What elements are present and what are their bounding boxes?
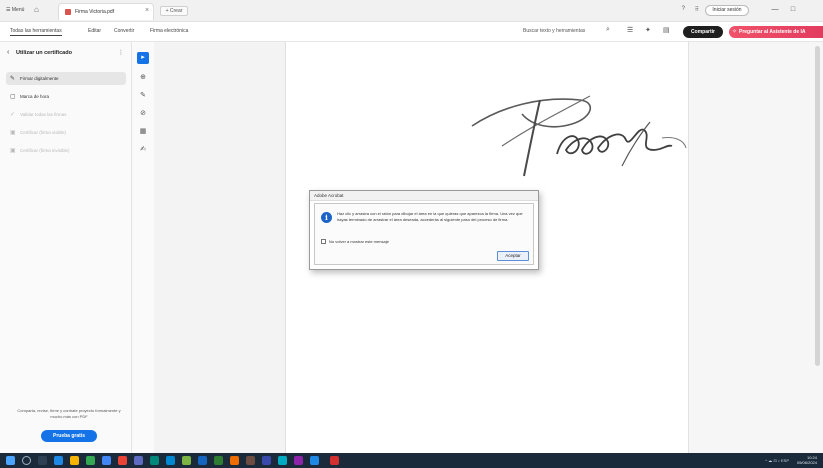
panel-item-label: Certificar (firma invisible)	[20, 148, 70, 153]
new-tab-button[interactable]: + Crear	[160, 6, 188, 16]
pen-icon: ✎	[10, 76, 16, 82]
signature-image	[471, 95, 687, 177]
system-tray[interactable]: ^ ☁ ⊡ ♪ ESP	[765, 458, 789, 463]
vertical-scrollbar[interactable]	[815, 46, 820, 366]
app-icon[interactable]	[294, 456, 303, 465]
certificate-icon: ▣	[10, 148, 16, 154]
app-icon[interactable]	[278, 456, 287, 465]
search-icon[interactable]	[22, 456, 31, 465]
clock[interactable]: 10:24 05/06/2024	[797, 455, 817, 465]
menu-esign[interactable]: Firma electrónica	[150, 28, 188, 34]
app-icon[interactable]	[230, 456, 239, 465]
sparkle-icon: ✧	[732, 29, 738, 35]
taskbar: ^ ☁ ⊡ ♪ ESP 10:24 05/06/2024	[0, 453, 823, 468]
app-icon[interactable]	[310, 456, 319, 465]
sign-in-button[interactable]: Iniciar sesión	[705, 5, 749, 16]
help-icon[interactable]: ?	[682, 6, 685, 12]
ai-assistant-label: Preguntar al Asistente de IA	[739, 29, 806, 35]
close-icon[interactable]: ×	[145, 7, 149, 14]
panel-item-label: Firmar digitalmente	[20, 76, 59, 81]
app-icon[interactable]	[118, 456, 127, 465]
tab-document[interactable]: Firma Victoria.pdf ×	[58, 3, 154, 20]
tool-strip: ▸ ⊕ ✎ ⊘ ▦ ✍	[132, 42, 154, 453]
app-icon[interactable]	[182, 456, 191, 465]
info-dialog: Adobe Acrobat i Haz clic y arrastra con …	[309, 190, 539, 270]
info-icon: i	[321, 212, 332, 223]
back-icon[interactable]: ‹	[7, 49, 9, 56]
task-view-icon[interactable]	[38, 456, 47, 465]
folder-icon[interactable]	[70, 456, 79, 465]
app-icon[interactable]	[166, 456, 175, 465]
dialog-message: Haz clic y arrastra con el ratón para di…	[337, 211, 523, 222]
left-panel: ‹ Utilizar un certificado ⋮ ✎ Firmar dig…	[0, 42, 132, 453]
title-bar: ☰ Menú ⌂ Firma Victoria.pdf × + Crear ? …	[0, 0, 823, 22]
right-panel	[688, 42, 823, 453]
dialog-body: i Haz clic y arrastra con el ratón para …	[314, 203, 534, 265]
home-icon[interactable]: ⌂	[34, 5, 46, 15]
chrome-icon[interactable]	[86, 456, 95, 465]
share-button[interactable]: Compartir	[683, 26, 723, 38]
clock-date: 05/06/2024	[796, 460, 817, 465]
app-icon[interactable]	[262, 456, 271, 465]
app-icon[interactable]	[134, 456, 143, 465]
dont-show-checkbox[interactable]	[321, 239, 326, 244]
dont-show-label[interactable]: No volver a mostrar este mensaje	[329, 239, 389, 244]
acrobat-icon[interactable]	[330, 456, 339, 465]
minimize-button[interactable]: —	[767, 3, 783, 17]
clock-icon: ▢	[10, 94, 16, 100]
tab-title: Firma Victoria.pdf	[75, 9, 115, 15]
windows-start-icon[interactable]	[6, 456, 15, 465]
search-icon[interactable]: ⌕	[606, 26, 610, 34]
select-tool-icon[interactable]: ▸	[137, 52, 149, 64]
app-icon[interactable]	[246, 456, 255, 465]
promo-text: Comparta, revise, firme y contrate proye…	[17, 408, 121, 419]
restore-button[interactable]: □	[785, 3, 801, 17]
page-view-icon[interactable]: ▦	[137, 126, 149, 138]
app-icon[interactable]	[102, 456, 111, 465]
more-icon[interactable]: ⋮	[118, 49, 124, 56]
apps-grid-icon[interactable]: ⠿	[695, 6, 699, 13]
list-icon[interactable]: ☰	[627, 26, 633, 34]
sign-tool-icon[interactable]: ✍	[137, 144, 149, 156]
certificate-icon: ▣	[10, 130, 16, 136]
menu-all-tools[interactable]: Todas las herramientas	[10, 28, 62, 36]
panel-item-certify-visible: ▣ Certificar (firma visible)	[6, 126, 126, 139]
panel-title: Utilizar un certificado	[16, 50, 72, 56]
ok-button[interactable]: Aceptar	[497, 251, 529, 261]
panel-item-label: Marca de hora	[20, 94, 50, 99]
app-icon[interactable]	[150, 456, 159, 465]
word-icon[interactable]	[198, 456, 207, 465]
zoom-out-icon[interactable]: ⊘	[137, 108, 149, 120]
panel-icon[interactable]: ▤	[663, 26, 670, 34]
pdf-icon	[65, 9, 71, 15]
panel-item-label: Validar todas las firmas	[20, 112, 67, 117]
panel-item-sign-digitally[interactable]: ✎ Firmar digitalmente	[6, 72, 126, 85]
edge-icon[interactable]	[54, 456, 63, 465]
annotate-icon[interactable]: ✎	[137, 90, 149, 102]
check-icon: ✓	[10, 112, 16, 118]
menu-bar: Todas las herramientas Editar Convertir …	[0, 22, 823, 42]
ai-assistant-button[interactable]: ✧ Preguntar al Asistente de IA	[729, 26, 823, 38]
free-trial-button[interactable]: Prueba gratis	[41, 430, 97, 442]
zoom-in-icon[interactable]: ⊕	[137, 72, 149, 84]
panel-item-validate: ✓ Validar todas las firmas	[6, 108, 126, 121]
search-input[interactable]: Buscar texto y herramientas	[523, 28, 585, 34]
menu-convert[interactable]: Convertir	[114, 28, 134, 34]
dialog-title: Adobe Acrobat	[310, 191, 538, 201]
comment-icon[interactable]: ✦	[645, 26, 651, 34]
excel-icon[interactable]	[214, 456, 223, 465]
panel-item-label: Certificar (firma visible)	[20, 130, 67, 135]
panel-item-timestamp[interactable]: ▢ Marca de hora	[6, 90, 126, 103]
panel-item-certify-invisible: ▣ Certificar (firma invisible)	[6, 144, 126, 157]
menu-edit[interactable]: Editar	[88, 28, 101, 34]
menu-button[interactable]: ☰ Menú	[6, 7, 24, 13]
